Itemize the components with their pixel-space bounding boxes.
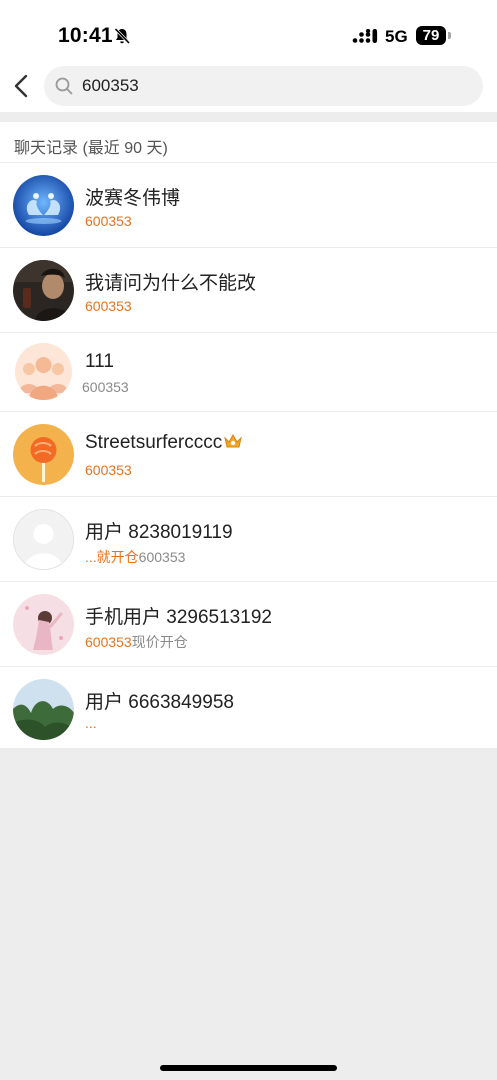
- search-box[interactable]: 600353: [44, 66, 483, 106]
- battery-level: 79: [416, 26, 446, 45]
- status-time: 10:41: [58, 24, 113, 47]
- contact-name: 手机用户 3296513192: [85, 607, 272, 628]
- preview-extra: 600353: [138, 549, 186, 565]
- battery-icon: 79: [416, 26, 452, 45]
- signal-icon: [352, 29, 378, 43]
- list-item[interactable]: 手机用户 3296513192 600353现价开仓: [0, 581, 497, 666]
- list-item[interactable]: 111 600353: [0, 332, 497, 411]
- home-indicator[interactable]: [160, 1065, 337, 1071]
- message-preview: 600353: [82, 379, 129, 395]
- default-avatar: [13, 509, 74, 570]
- message-preview: ...: [85, 715, 97, 731]
- network-type: 5G: [385, 27, 408, 46]
- list-item[interactable]: 我请问为什么不能改 600353: [0, 247, 497, 332]
- match-highlight: 600353: [85, 298, 132, 314]
- avatar: [13, 594, 74, 655]
- message-preview: 600353: [85, 213, 132, 229]
- message-preview: ...就开仓600353: [85, 547, 185, 567]
- list-item[interactable]: 用户 8238019119 ...就开仓600353: [0, 496, 497, 581]
- message-preview: 600353现价开仓: [85, 632, 188, 652]
- group-name: 111: [85, 351, 114, 372]
- contact-name: 用户 8238019119: [85, 522, 233, 543]
- back-arrow-icon[interactable]: [10, 72, 34, 100]
- match-highlight: 600353: [82, 379, 129, 395]
- status-bar: 10:41 5G 79: [0, 0, 497, 60]
- section-title: 聊天记录 (最近 90 天): [14, 140, 168, 157]
- contact-name: 用户 6663849958: [85, 692, 234, 713]
- battery-cap: [448, 32, 451, 39]
- group-avatar: [15, 343, 72, 400]
- contact-name: Streetsurfercccc: [85, 432, 243, 454]
- search-input[interactable]: 600353: [82, 76, 139, 96]
- bell-muted-icon: [114, 27, 131, 45]
- contact-name-text: Streetsurfercccc: [85, 432, 223, 453]
- chat-history-section: 聊天记录 (最近 90 天) 波赛冬伟博 600353 我请问为什么不能改 60…: [0, 122, 497, 748]
- match-highlight: 600353: [85, 213, 132, 229]
- match-highlight: 600353: [85, 634, 132, 650]
- contact-name: 我请问为什么不能改: [85, 273, 257, 294]
- avatar: [13, 260, 74, 321]
- avatar: [13, 679, 74, 740]
- match-highlight: ...就开仓: [85, 549, 139, 565]
- avatar: [13, 424, 74, 485]
- search-icon: [55, 77, 73, 95]
- message-preview: 600353: [85, 462, 132, 478]
- top-bar: 10:41 5G 79 600353: [0, 0, 497, 112]
- contact-name: 波赛冬伟博: [85, 188, 181, 209]
- avatar: [13, 175, 74, 236]
- list-item[interactable]: 波赛冬伟博 600353: [0, 162, 497, 247]
- crown-badge-icon: [224, 433, 243, 448]
- match-highlight: ...: [85, 715, 97, 731]
- preview-extra: 现价开仓: [131, 634, 188, 650]
- match-highlight: 600353: [85, 462, 132, 478]
- message-preview: 600353: [85, 298, 132, 314]
- list-item[interactable]: Streetsurfercccc 600353: [0, 411, 497, 496]
- list-item[interactable]: 用户 6663849958 ...: [0, 666, 497, 749]
